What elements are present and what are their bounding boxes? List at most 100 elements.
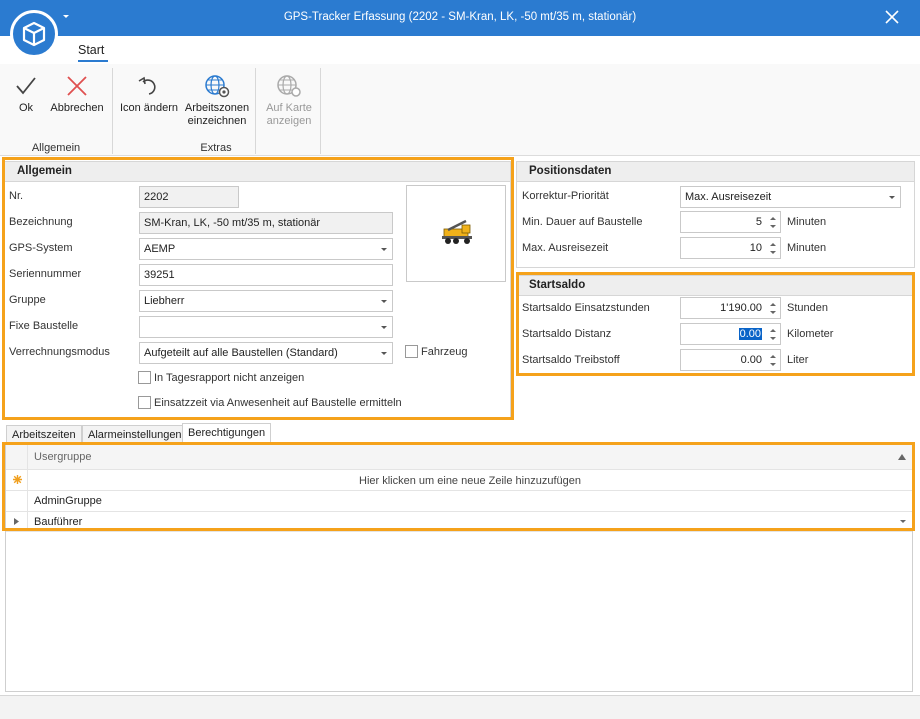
serial-field[interactable]: 39251 xyxy=(139,264,393,286)
draw-zones-label-2: einzeichnen xyxy=(187,115,247,127)
hours-stepper[interactable]: 1'190.00 xyxy=(680,297,781,319)
spin-up-icon[interactable] xyxy=(770,355,776,358)
max-exit-stepper[interactable]: 10 xyxy=(680,237,781,259)
tab-start[interactable]: Start xyxy=(78,43,104,57)
max-exit-value: 10 xyxy=(749,242,762,254)
min-duration-label: Min. Dauer auf Baustelle xyxy=(522,216,643,228)
min-duration-value: 5 xyxy=(755,216,762,228)
row-indicator xyxy=(6,512,28,531)
change-icon-button[interactable]: Icon ändern xyxy=(116,74,182,115)
spin-down-icon[interactable] xyxy=(770,363,776,366)
show-on-map-button[interactable]: Auf Karte anzeigen xyxy=(258,74,320,128)
priority-select[interactable]: Max. Ausreisezeit xyxy=(680,186,901,208)
startsaldo-panel-header: Startsaldo xyxy=(517,276,914,296)
show-map-label-2: anzeigen xyxy=(266,115,312,127)
usergroup-cell: Bauführer xyxy=(34,516,83,528)
table-row[interactable]: AdminGruppe xyxy=(6,491,912,512)
usergroup-grid: Usergruppe Hier klicken um eine neue Zei… xyxy=(5,444,913,692)
max-exit-label: Max. Ausreisezeit xyxy=(522,242,609,254)
ok-button[interactable]: Ok xyxy=(8,74,44,115)
distance-label: Startsaldo Distanz xyxy=(522,328,612,340)
app-cube-icon xyxy=(22,21,46,47)
vehicle-checkbox[interactable] xyxy=(405,345,418,358)
status-bar xyxy=(0,695,920,719)
grid-header-indicator xyxy=(6,445,28,469)
spin-up-icon[interactable] xyxy=(770,217,776,220)
chevron-down-icon xyxy=(381,248,387,251)
cancel-button[interactable]: Abbrechen xyxy=(48,74,106,115)
name-field[interactable]: SM-Kran, LK, -50 mt/35 m, stationär xyxy=(139,212,393,234)
window-title: GPS-Tracker Erfassung (2202 - SM-Kran, L… xyxy=(283,11,637,23)
priority-value: Max. Ausreisezeit xyxy=(685,191,772,203)
spin-up-icon[interactable] xyxy=(770,303,776,306)
tracker-icon-box[interactable] xyxy=(406,185,506,282)
app-menu-button[interactable] xyxy=(10,10,58,58)
spin-down-icon[interactable] xyxy=(770,311,776,314)
chevron-down-icon[interactable] xyxy=(900,520,906,523)
billing-mode-select[interactable]: Aufgeteilt auf alle Baustellen (Standard… xyxy=(139,342,393,364)
attendance-checkbox[interactable] xyxy=(138,396,151,409)
chevron-down-icon xyxy=(381,300,387,303)
sort-ascending-icon[interactable] xyxy=(898,454,906,460)
tab-active-indicator xyxy=(78,60,108,62)
fuel-label: Startsaldo Treibstoff xyxy=(522,354,620,366)
draw-work-zones-button[interactable]: Arbeitszonen einzeichnen xyxy=(183,74,251,128)
group-label-general: Allgemein xyxy=(31,142,81,154)
fixed-site-select[interactable] xyxy=(139,316,393,338)
title-bar: GPS-Tracker Erfassung (2202 - SM-Kran, L… xyxy=(0,0,920,36)
grid-header-row: Usergruppe xyxy=(6,445,912,470)
column-header-usergroup[interactable]: Usergruppe xyxy=(34,451,91,463)
name-label: Bezeichnung xyxy=(9,216,73,228)
tab-permissions[interactable]: Berechtigungen xyxy=(182,423,272,444)
group-value: Liebherr xyxy=(144,295,185,307)
group-select[interactable]: Liebherr xyxy=(139,290,393,312)
fuel-stepper[interactable]: 0.00 xyxy=(680,349,781,371)
gps-system-select[interactable]: AEMP xyxy=(139,238,393,260)
distance-unit: Kilometer xyxy=(787,328,834,340)
checkmark-icon xyxy=(16,77,36,95)
hours-unit: Stunden xyxy=(787,302,828,314)
chevron-down-icon xyxy=(381,352,387,355)
gps-system-value: AEMP xyxy=(144,243,176,255)
distance-value: 0.00 xyxy=(738,328,762,340)
general-panel-header: Allgemein xyxy=(5,162,510,182)
tab-work-times[interactable]: Arbeitszeiten xyxy=(6,425,82,444)
usergroup-cell: AdminGruppe xyxy=(34,495,102,507)
new-row[interactable]: Hier klicken um eine neue Zeile hinzuzuf… xyxy=(6,470,912,491)
table-row[interactable]: Bauführer xyxy=(6,512,912,532)
min-duration-stepper[interactable]: 5 xyxy=(680,211,781,233)
spin-up-icon[interactable] xyxy=(770,329,776,332)
globe-gear-icon xyxy=(205,75,230,98)
ribbon-separator xyxy=(320,68,321,154)
ribbon: Ok Abbrechen Allgemein Icon ändern Arbei… xyxy=(0,64,920,156)
fuel-unit: Liter xyxy=(787,354,809,366)
priority-label: Korrektur-Priorität xyxy=(522,190,609,202)
new-row-hint: Hier klicken um eine neue Zeile hinzuzuf… xyxy=(359,475,581,487)
close-icon[interactable] xyxy=(882,7,902,27)
gps-system-label: GPS-System xyxy=(9,242,73,254)
spin-down-icon[interactable] xyxy=(770,337,776,340)
ribbon-tab-bar: Start xyxy=(0,36,920,64)
serial-label: Seriennummer xyxy=(9,268,82,280)
redo-arrow-icon xyxy=(138,76,156,95)
crane-truck-icon xyxy=(442,219,472,244)
tab-alarm-settings[interactable]: Alarmeinstellungen xyxy=(82,425,188,444)
group-label: Gruppe xyxy=(9,294,46,306)
distance-stepper[interactable]: 0.00 xyxy=(680,323,781,345)
spin-up-icon[interactable] xyxy=(770,243,776,246)
chevron-down-icon xyxy=(381,326,387,329)
new-row-star-icon xyxy=(13,475,22,484)
nr-field[interactable]: 2202 xyxy=(139,186,239,208)
hours-label: Startsaldo Einsatzstunden xyxy=(522,302,650,314)
nr-label: Nr. xyxy=(9,190,24,202)
spin-down-icon[interactable] xyxy=(770,225,776,228)
billing-mode-value: Aufgeteilt auf alle Baustellen (Standard… xyxy=(144,347,338,359)
billing-mode-label: Verrechnungsmodus xyxy=(9,346,110,358)
ok-label: Ok xyxy=(18,102,34,114)
hours-value: 1'190.00 xyxy=(720,302,762,314)
spin-down-icon[interactable] xyxy=(770,251,776,254)
min-duration-unit: Minuten xyxy=(787,216,827,228)
fuel-value: 0.00 xyxy=(740,354,762,366)
new-row-indicator xyxy=(6,470,28,490)
hide-report-checkbox[interactable] xyxy=(138,371,151,384)
